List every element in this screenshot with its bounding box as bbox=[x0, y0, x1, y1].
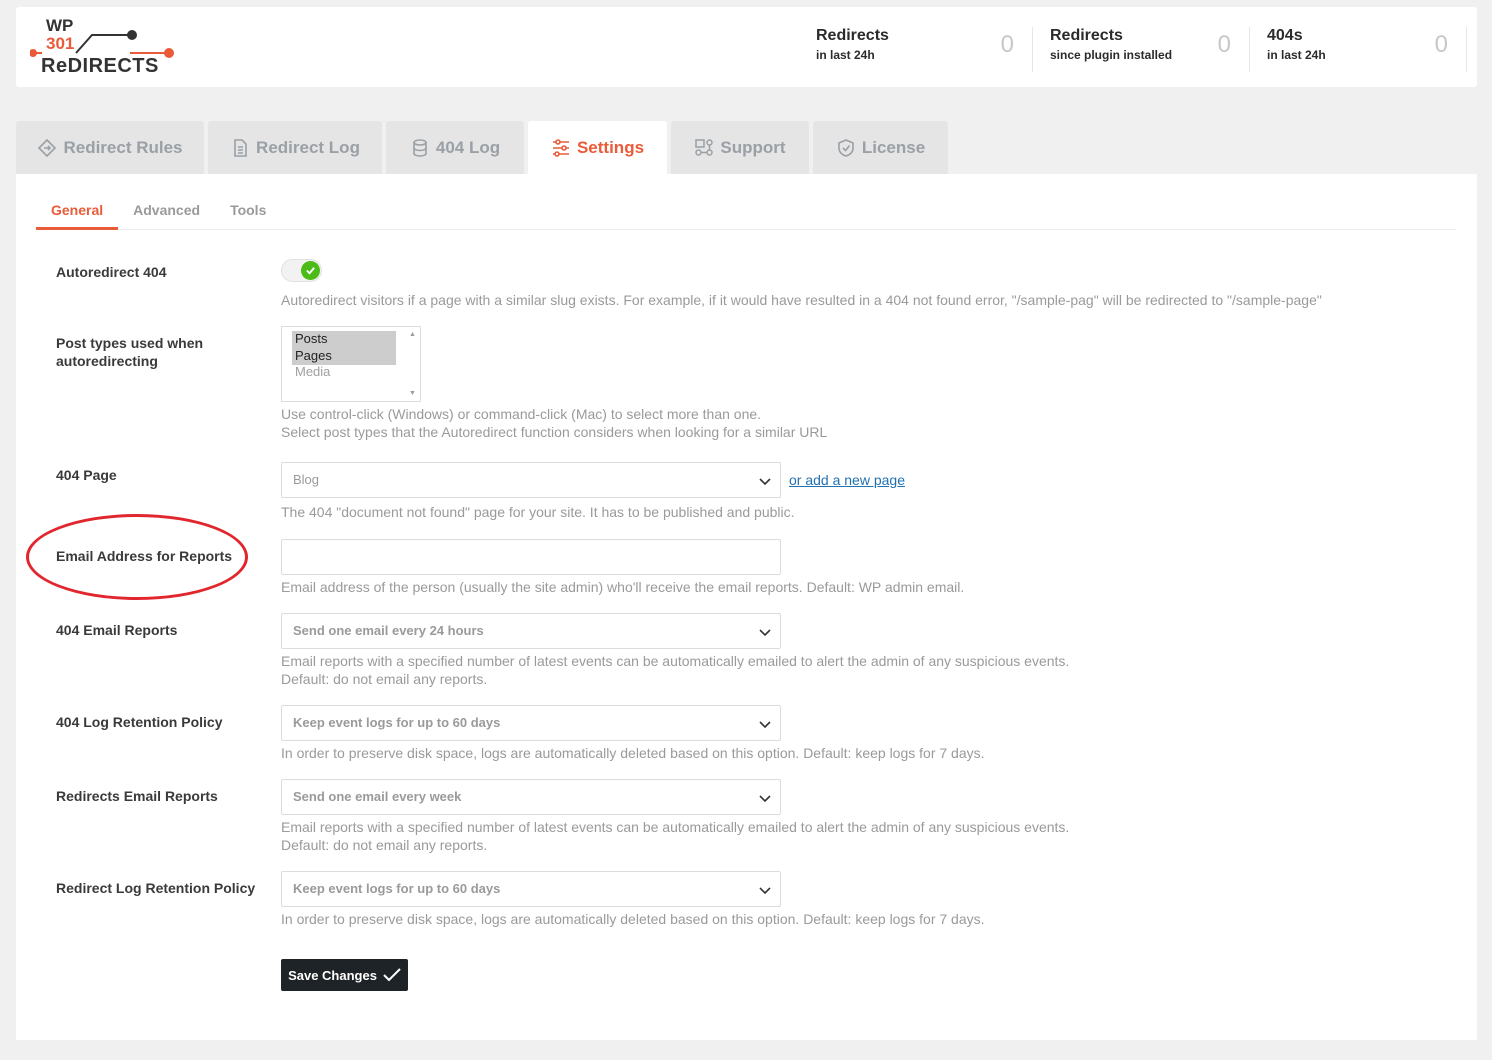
email404-help-2: Default: do not email any reports. bbox=[281, 671, 488, 687]
tab-settings[interactable]: Settings bbox=[528, 121, 667, 174]
chevron-down-icon bbox=[759, 478, 771, 486]
stat-value: 0 bbox=[1434, 31, 1448, 58]
tab-label: Settings bbox=[576, 137, 645, 157]
tab-label: 404 Log bbox=[435, 137, 501, 157]
database-icon bbox=[413, 138, 427, 157]
retention404-select[interactable]: Keep event logs for up to 60 days bbox=[281, 705, 781, 741]
select-value: Blog bbox=[293, 472, 320, 487]
settings-panel: General Advanced Tools Autoredirect 404 … bbox=[16, 174, 1477, 1040]
subtab-tools[interactable]: Tools bbox=[215, 188, 281, 230]
multiselect-scrollbar[interactable]: ▲ ▼ bbox=[406, 327, 420, 401]
stats-group: Redirects in last 24h 0 Redirects since … bbox=[816, 27, 1467, 72]
redirect-email-label: Redirects Email Reports bbox=[56, 788, 218, 804]
sliders-icon bbox=[552, 138, 569, 157]
scroll-down-icon[interactable]: ▼ bbox=[409, 390, 416, 397]
select-value: Send one email every week bbox=[293, 789, 462, 804]
logo-line1: WP bbox=[46, 16, 73, 35]
document-icon bbox=[234, 138, 247, 157]
shield-check-icon bbox=[838, 138, 854, 157]
subtab-advanced[interactable]: Advanced bbox=[118, 188, 215, 230]
post-types-label-line2: autoredirecting bbox=[56, 353, 158, 369]
support-icon bbox=[695, 138, 714, 156]
retention404-help: In order to preserve disk space, logs ar… bbox=[281, 745, 985, 761]
redirect-email-help-1: Email reports with a specified number of… bbox=[281, 819, 1070, 835]
logo-line2: 301 bbox=[46, 34, 74, 53]
stat-404s-24h: 404s in last 24h 0 bbox=[1250, 27, 1467, 72]
page404-select[interactable]: Blog bbox=[281, 462, 781, 498]
option-media[interactable]: Media bbox=[292, 364, 396, 381]
post-types-multiselect[interactable]: Posts Pages Media ▲ ▼ bbox=[281, 326, 421, 402]
option-pages[interactable]: Pages bbox=[292, 348, 396, 365]
scroll-up-icon[interactable]: ▲ bbox=[409, 331, 416, 338]
chevron-down-icon bbox=[759, 795, 771, 803]
chevron-down-icon bbox=[759, 721, 771, 729]
check-icon bbox=[306, 267, 315, 275]
redirect-retention-label: Redirect Log Retention Policy bbox=[56, 880, 256, 896]
main-tabs: Redirect Rules Redirect Log 404 Log Sett… bbox=[16, 121, 948, 174]
redirect-email-help-2: Default: do not email any reports. bbox=[281, 837, 488, 853]
post-types-help-1: Use control-click (Windows) or command-c… bbox=[281, 406, 762, 422]
email-help: Email address of the person (usually the… bbox=[281, 579, 965, 595]
page404-help: The 404 "document not found" page for yo… bbox=[281, 504, 795, 520]
logo-line3: ReDIRECTS bbox=[41, 55, 159, 77]
retention404-label: 404 Log Retention Policy bbox=[56, 714, 223, 730]
post-types-label: Post types used when autoredirecting bbox=[56, 334, 203, 370]
select-value: Keep event logs for up to 60 days bbox=[293, 715, 501, 730]
autoredirect-help: Autoredirect visitors if a page with a s… bbox=[281, 292, 1322, 308]
tab-label: Support bbox=[720, 137, 786, 157]
settings-subtabs: General Advanced Tools bbox=[36, 188, 1456, 230]
header-bar: WP 301 ReDIRECTS Redirects in last 24h 0… bbox=[16, 7, 1477, 87]
autoredirect-toggle[interactable] bbox=[281, 259, 322, 282]
add-new-page-link[interactable]: or add a new page bbox=[789, 472, 905, 488]
wp301-logo[interactable]: WP 301 ReDIRECTS bbox=[30, 13, 180, 83]
stat-title: Redirects bbox=[816, 27, 889, 44]
save-changes-button[interactable]: Save Changes bbox=[281, 959, 408, 991]
redirect-retention-select[interactable]: Keep event logs for up to 60 days bbox=[281, 871, 781, 907]
redirect-retention-help: In order to preserve disk space, logs ar… bbox=[281, 911, 985, 927]
email-label: Email Address for Reports bbox=[56, 548, 233, 564]
tab-support[interactable]: Support bbox=[671, 121, 809, 174]
stat-value: 0 bbox=[1000, 31, 1014, 58]
stat-redirects-24h: Redirects in last 24h 0 bbox=[816, 27, 1033, 72]
email404-label: 404 Email Reports bbox=[56, 622, 178, 638]
tab-license[interactable]: License bbox=[813, 121, 948, 174]
tab-404-log[interactable]: 404 Log bbox=[386, 121, 524, 174]
tab-label: Redirect Log bbox=[256, 137, 360, 157]
tab-redirect-rules[interactable]: Redirect Rules bbox=[16, 121, 204, 174]
select-value: Send one email every 24 hours bbox=[293, 623, 484, 638]
save-label: Save Changes bbox=[288, 967, 377, 983]
tab-label: License bbox=[861, 137, 926, 157]
autoredirect-label: Autoredirect 404 bbox=[56, 264, 167, 280]
email-field[interactable] bbox=[281, 539, 781, 575]
post-types-label-line1: Post types used when bbox=[56, 335, 204, 351]
email404-select[interactable]: Send one email every 24 hours bbox=[281, 613, 781, 649]
select-value: Keep event logs for up to 60 days bbox=[293, 881, 501, 896]
tab-redirect-log[interactable]: Redirect Log bbox=[208, 121, 382, 174]
post-types-help-2: Select post types that the Autoredirect … bbox=[281, 424, 828, 440]
page404-label: 404 Page bbox=[56, 467, 117, 483]
option-posts[interactable]: Posts bbox=[292, 331, 396, 348]
stat-redirects-total: Redirects since plugin installed 0 bbox=[1033, 27, 1250, 72]
subtab-general[interactable]: General bbox=[36, 188, 119, 230]
redirect-email-select[interactable]: Send one email every week bbox=[281, 779, 781, 815]
toggle-knob bbox=[301, 261, 320, 280]
chevron-down-icon bbox=[759, 887, 771, 895]
stat-value: 0 bbox=[1217, 31, 1231, 58]
chevron-down-icon bbox=[759, 629, 771, 637]
stat-subtitle: in last 24h bbox=[816, 48, 875, 62]
tab-label: Redirect Rules bbox=[63, 137, 183, 157]
email404-help-1: Email reports with a specified number of… bbox=[281, 653, 1070, 669]
diamond-arrows-icon bbox=[38, 138, 57, 157]
checkmark-icon bbox=[383, 968, 401, 982]
